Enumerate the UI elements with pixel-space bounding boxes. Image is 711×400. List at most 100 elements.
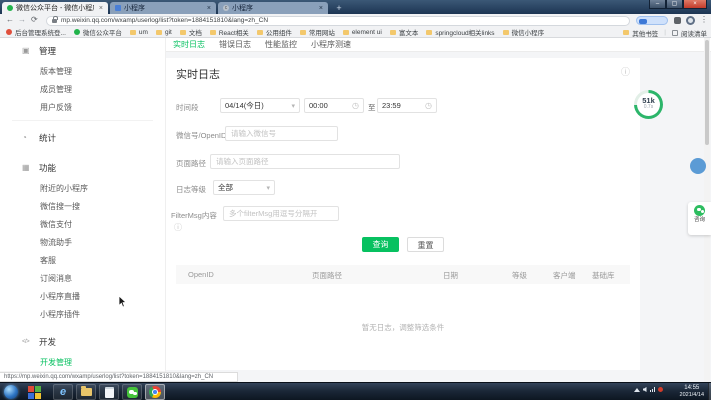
sidebar-item-subscribe[interactable]: 订阅消息 <box>0 269 165 287</box>
address-bar[interactable]: mp.weixin.qq.com/wxamp/userlog/list?toke… <box>46 15 630 26</box>
close-button[interactable]: × <box>683 0 707 9</box>
folder-icon <box>129 29 136 35</box>
refresh-icon[interactable]: ⟳ <box>31 15 38 24</box>
notification-icon[interactable] <box>658 387 663 392</box>
profile-icon[interactable] <box>686 16 695 25</box>
start-button[interactable] <box>4 385 18 399</box>
taskbar: e 14:55 2021/4/14 <box>0 382 711 400</box>
clock-icon: ◷ <box>352 101 359 110</box>
bookmark-item[interactable]: 常用网站 <box>299 27 335 37</box>
score-ring-widget[interactable]: 51k 0.7s <box>634 90 663 119</box>
query-button[interactable]: 查询 <box>362 237 399 252</box>
openid-input[interactable] <box>225 126 338 141</box>
reset-button[interactable]: 重置 <box>407 237 444 252</box>
sidebar-section-develop[interactable]: </> 开发 <box>0 329 165 353</box>
close-tab-icon[interactable]: × <box>99 5 103 12</box>
customer-service-widget[interactable]: 咨询 <box>688 202 711 235</box>
back-icon[interactable]: ← <box>6 15 14 24</box>
folder-icon <box>623 30 630 35</box>
extensions-icon[interactable] <box>674 17 681 24</box>
sidebar-item-service[interactable]: 客服 <box>0 251 165 269</box>
close-tab-icon[interactable]: × <box>319 5 323 12</box>
bookmark-item[interactable]: 富文本 <box>389 27 418 37</box>
bookmark-item[interactable]: element ui <box>342 29 382 36</box>
url-text[interactable]: mp.weixin.qq.com/wxamp/userlog/list?toke… <box>61 17 268 24</box>
bookmark-item[interactable]: 文档 <box>179 27 202 37</box>
maximize-button[interactable]: ▢ <box>666 0 683 9</box>
folder-icon <box>299 29 306 35</box>
browser-toolbar: ← → ⟳ mp.weixin.qq.com/wxamp/userlog/lis… <box>0 14 711 27</box>
table-header: OpenID 页面路径 日期 等级 客户端 基础库 <box>176 265 630 284</box>
col-level: 等级 <box>512 271 527 280</box>
level-select[interactable]: 全部 ▾ <box>213 180 275 195</box>
level-label: 日志等级 <box>176 185 206 194</box>
bookmark-item[interactable]: 后台管理系统登... <box>6 27 66 37</box>
extension-badge[interactable] <box>636 16 668 25</box>
close-tab-icon[interactable]: × <box>207 5 211 12</box>
path-input[interactable] <box>210 154 400 169</box>
tray-expand-icon[interactable] <box>633 387 640 392</box>
taskbar-chrome-icon[interactable] <box>145 384 165 400</box>
help-icon[interactable]: ⓘ <box>621 65 630 78</box>
sidebar-item-search[interactable]: 微信搜一搜 <box>0 197 165 215</box>
sidebar-item-plugin[interactable]: 小程序插件 <box>0 305 165 323</box>
tab-error-log[interactable]: 错误日志 <box>219 39 251 50</box>
time-to-input[interactable]: 23:59 ◷ <box>377 98 437 113</box>
tab-performance[interactable]: 性能监控 <box>265 39 297 50</box>
reading-list[interactable]: 阅读清单 <box>672 28 707 37</box>
bookmark-item[interactable]: 微信小程序 <box>502 27 544 37</box>
tab-realtime-log[interactable]: 实时日志 <box>173 39 205 50</box>
sidebar-item-version[interactable]: 版本管理 <box>0 62 165 80</box>
doc-favicon-icon <box>115 5 121 11</box>
browser-menu-icon[interactable]: ⋮ <box>700 15 708 24</box>
taskbar-ie-icon[interactable]: e <box>53 384 73 400</box>
taskbar-wechat-icon[interactable] <box>122 384 142 400</box>
scrollbar-thumb[interactable] <box>705 40 709 145</box>
divider <box>12 120 153 121</box>
system-tray[interactable] <box>633 387 663 392</box>
sidebar-item-pay[interactable]: 微信支付 <box>0 215 165 233</box>
tab-speed-test[interactable]: 小程序测速 <box>311 39 351 50</box>
time-from-input[interactable]: 00:00 ◷ <box>304 98 364 113</box>
taskbar-folder-icon[interactable] <box>76 384 96 400</box>
browser-tab-3[interactable]: c 小程序 × <box>218 2 328 14</box>
new-tab-button[interactable]: + <box>333 3 345 13</box>
filtermsg-input[interactable] <box>223 206 339 221</box>
bookmarks-right-group: 其他书签 | 阅读清单 <box>617 27 707 37</box>
volume-icon[interactable] <box>642 387 647 392</box>
sidebar-item-nearby[interactable]: 附近的小程序 <box>0 179 165 197</box>
date-select[interactable]: 04/14(今日) ▾ <box>220 98 300 113</box>
network-icon[interactable] <box>649 387 655 392</box>
sidebar-item-logistics[interactable]: 物流助手 <box>0 233 165 251</box>
status-link: https://mp.weixin.qq.com/wxamp/userlog/l… <box>0 372 238 382</box>
info-icon[interactable]: ⓘ <box>174 222 182 233</box>
sidebar-item-feedback[interactable]: 用户反馈 <box>0 98 165 116</box>
sidebar-item-live[interactable]: 小程序直播 <box>0 287 165 305</box>
sidebar-item-members[interactable]: 成员管理 <box>0 80 165 98</box>
col-client: 客户端 <box>553 271 576 280</box>
sidebar-section-features[interactable]: ▦ 功能 <box>0 155 165 179</box>
clock-time: 14:55 <box>684 385 700 391</box>
browser-tab-1[interactable]: 微信公众平台 - 微信小程序 × <box>2 2 108 14</box>
bookmark-item[interactable]: springcloud相关links <box>426 27 495 37</box>
other-bookmarks[interactable]: 其他书签 <box>623 28 658 37</box>
taskbar-clock[interactable]: 14:55 2021/4/14 <box>680 385 704 399</box>
sidebar-item-dev-manage[interactable]: 开发管理 <box>0 353 165 371</box>
taskbar-app-icon[interactable] <box>28 386 41 399</box>
taskbar-notepad-icon[interactable] <box>99 384 119 400</box>
browser-tab-2[interactable]: 小程序 × <box>110 2 216 14</box>
openid-label: 微信号/OpenID <box>176 131 227 140</box>
bookmark-item[interactable]: 公用组件 <box>256 27 292 37</box>
feedback-float-button[interactable] <box>690 158 706 174</box>
sidebar-section-manage[interactable]: ▣ 管理 <box>0 38 165 62</box>
tab-title: 微信公众平台 - 微信小程序 <box>16 5 94 12</box>
bookmark-item[interactable]: 微信公众平台 <box>73 27 122 37</box>
bookmark-item[interactable]: um <box>129 29 148 36</box>
chevron-down-icon: ▾ <box>266 184 270 192</box>
forward-icon[interactable]: → <box>18 15 26 24</box>
minimize-button[interactable]: – <box>649 0 666 9</box>
sidebar-section-stats[interactable]: ◔ 统计 <box>0 125 165 149</box>
main-area: 实时日志 错误日志 性能监控 小程序测速 实时日志 ⓘ 时间段 04/14(今日… <box>166 38 711 382</box>
bookmark-item[interactable]: git <box>155 29 172 36</box>
bookmark-item[interactable]: React相关 <box>209 27 249 37</box>
